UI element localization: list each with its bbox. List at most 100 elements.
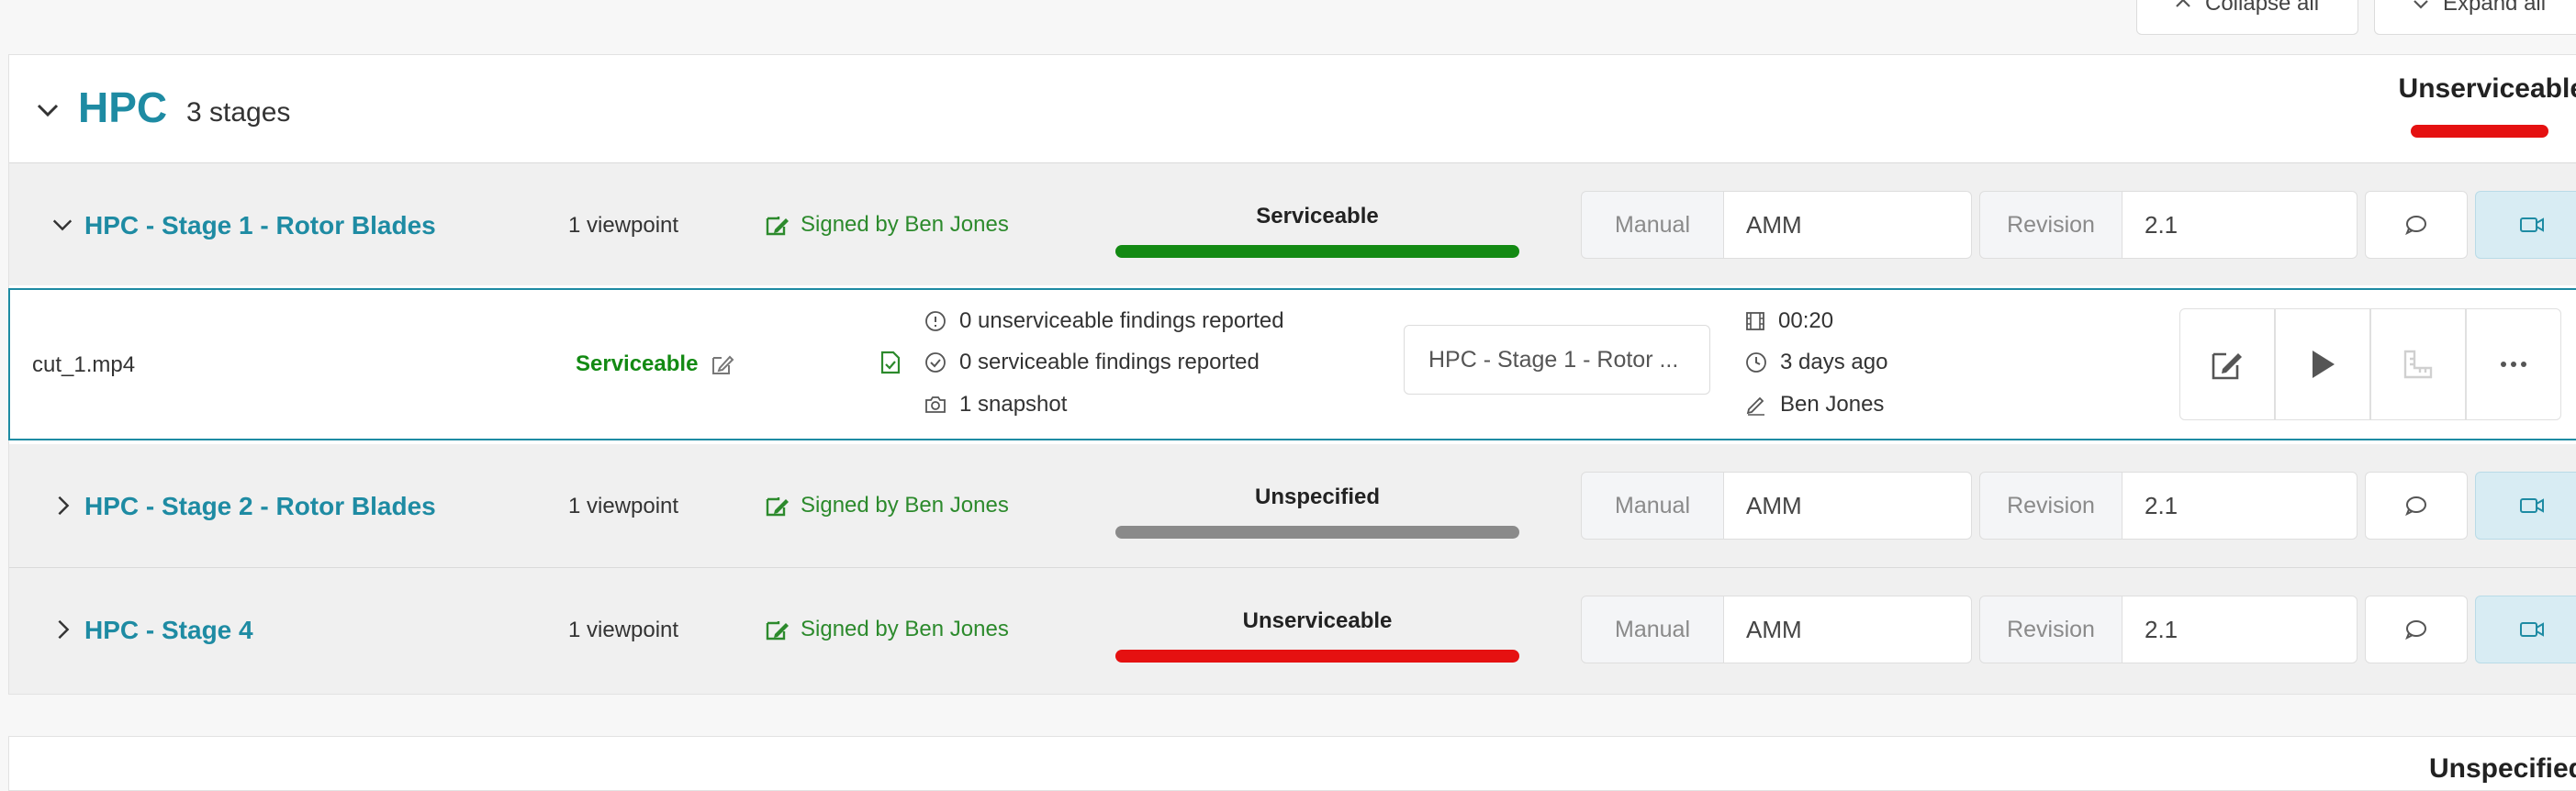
play-icon: [2313, 351, 2335, 378]
video-duration-text: 00:20: [1778, 308, 1834, 333]
snapshot-count: 1 snapshot: [924, 392, 1067, 418]
stage-row: HPC - Stage 4 1 viewpoint Signed by Ben …: [9, 567, 2576, 694]
stage-row: HPC - Stage 2 - Rotor Blades 1 viewpoint…: [9, 444, 2576, 567]
serviceable-findings: 0 serviceable findings reported: [924, 350, 1260, 375]
stage-viewpoint-count: 1 viewpoint: [568, 213, 679, 238]
video-author: Ben Jones: [1745, 392, 1884, 418]
revision-label: Revision: [1979, 191, 2122, 259]
manual-label: Manual: [1581, 472, 1724, 540]
comment-icon: [2405, 620, 2426, 641]
section-title: HPC: [78, 84, 168, 131]
signature-icon: [766, 497, 789, 517]
collapse-all-label: Collapse all: [2205, 0, 2320, 16]
serviceable-findings-text: 0 serviceable findings reported: [959, 350, 1260, 374]
snapshot-count-text: 1 snapshot: [959, 392, 1068, 417]
stage-signature: Signed by Ben Jones: [766, 493, 1009, 518]
edit-icon: [2212, 352, 2242, 380]
pen-icon: [1746, 396, 1764, 416]
stage-status-bar: [1115, 526, 1519, 539]
revision-input[interactable]: 2.1: [2122, 596, 2358, 663]
manual-label: Manual: [1581, 596, 1724, 663]
video-button[interactable]: [2475, 191, 2576, 259]
stage-title[interactable]: HPC - Stage 2 - Rotor Blades: [84, 492, 436, 521]
manual-label: Manual: [1581, 191, 1724, 259]
section-collapse-chevron-icon[interactable]: [28, 94, 68, 127]
video-age: 3 days ago: [1745, 350, 1887, 375]
unserviceable-findings: 0 unserviceable findings reported: [924, 308, 1284, 334]
measure-button[interactable]: [2370, 308, 2466, 420]
section-next: Unspecified: [8, 736, 2576, 791]
stage-status-label: Unserviceable: [1242, 608, 1393, 633]
video-filename[interactable]: cut_1.mp4: [32, 352, 135, 378]
expand-all-button[interactable]: Expand all: [2374, 0, 2576, 35]
comment-icon: [2405, 216, 2426, 236]
stage-expand-chevron-icon[interactable]: [48, 614, 79, 645]
more-options-button[interactable]: [2466, 308, 2561, 420]
stage-collapse-chevron-icon[interactable]: [44, 209, 81, 240]
stage-viewpoint-count: 1 viewpoint: [568, 618, 679, 642]
stage-row: HPC - Stage 1 - Rotor Blades 1 viewpoint…: [9, 162, 2576, 285]
video-button[interactable]: [2475, 472, 2576, 540]
collapse-all-button[interactable]: Collapse all: [2136, 0, 2358, 35]
viewpoint-select-value: HPC - Stage 1 - Rotor ...: [1428, 346, 1679, 373]
comment-icon: [2405, 496, 2426, 517]
video-camera-icon: [2520, 622, 2544, 637]
section-status-label: Unserviceable: [2398, 73, 2576, 104]
comment-button[interactable]: [2365, 472, 2468, 540]
signature-icon: [766, 217, 789, 236]
stage-signature: Signed by Ben Jones: [766, 212, 1009, 238]
stage-title[interactable]: HPC - Stage 4: [84, 616, 253, 645]
expand-all-label: Expand all: [2443, 0, 2547, 16]
info-circle-icon: [925, 311, 946, 331]
play-video-button[interactable]: [2275, 308, 2370, 420]
video-duration: 00:20: [1745, 308, 1833, 334]
chevron-down-icon: [2414, 0, 2428, 9]
video-status-label: Serviceable: [576, 351, 699, 376]
clock-icon: [1746, 352, 1766, 373]
stage-signature-label: Signed by Ben Jones: [801, 493, 1009, 518]
stage-title[interactable]: HPC - Stage 1 - Rotor Blades: [84, 211, 436, 240]
check-circle-icon: [925, 352, 946, 373]
comment-button[interactable]: [2365, 191, 2468, 259]
section-header[interactable]: HPC 3 stages Unserviceable: [9, 55, 2576, 162]
signature-icon: [766, 621, 789, 641]
stage-status-label: Serviceable: [1256, 204, 1379, 228]
comment-button[interactable]: [2365, 596, 2468, 663]
video-camera-icon: [2520, 498, 2544, 513]
manual-input[interactable]: AMM: [1724, 191, 1972, 259]
revision-label: Revision: [1979, 472, 2122, 540]
camera-icon: [925, 396, 946, 413]
section-status-bar: [2411, 125, 2548, 138]
next-section-status-label: Unspecified: [2428, 753, 2576, 784]
edit-video-button[interactable]: [2179, 308, 2275, 420]
video-age-text: 3 days ago: [1780, 350, 1888, 374]
video-button[interactable]: [2475, 596, 2576, 663]
revision-input[interactable]: 2.1: [2122, 191, 2358, 259]
chevron-up-icon: [2176, 0, 2190, 7]
stage-expand-chevron-icon[interactable]: [48, 490, 79, 521]
video-camera-icon: [2520, 217, 2544, 232]
video-row[interactable]: cut_1.mp4 Serviceable 0 unserviceable fi…: [8, 288, 2576, 440]
stage-signature: Signed by Ben Jones: [766, 617, 1009, 642]
section-hpc: HPC 3 stages Unserviceable HPC - Stage 1…: [8, 54, 2576, 695]
revision-input[interactable]: 2.1: [2122, 472, 2358, 540]
revision-label: Revision: [1979, 596, 2122, 663]
stage-signature-label: Signed by Ben Jones: [801, 212, 1009, 237]
unserviceable-findings-text: 0 unserviceable findings reported: [959, 308, 1284, 333]
file-check-icon: [880, 351, 901, 381]
stage-status-bar: [1115, 245, 1519, 258]
video-author-text: Ben Jones: [1780, 392, 1885, 417]
more-icon: [2501, 362, 2526, 367]
edit-icon[interactable]: [711, 352, 734, 376]
stage-status-label: Unspecified: [1254, 485, 1381, 509]
ruler-icon: [2403, 350, 2433, 379]
viewpoint-select[interactable]: HPC - Stage 1 - Rotor ...: [1404, 325, 1710, 395]
film-icon: [1746, 312, 1764, 330]
manual-input[interactable]: AMM: [1724, 472, 1972, 540]
video-status: Serviceable: [576, 351, 734, 377]
stage-signature-label: Signed by Ben Jones: [801, 617, 1009, 641]
stage-viewpoint-count: 1 viewpoint: [568, 494, 679, 518]
section-stage-count: 3 stages: [186, 97, 291, 128]
manual-input[interactable]: AMM: [1724, 596, 1972, 663]
stage-status-bar: [1115, 650, 1519, 663]
